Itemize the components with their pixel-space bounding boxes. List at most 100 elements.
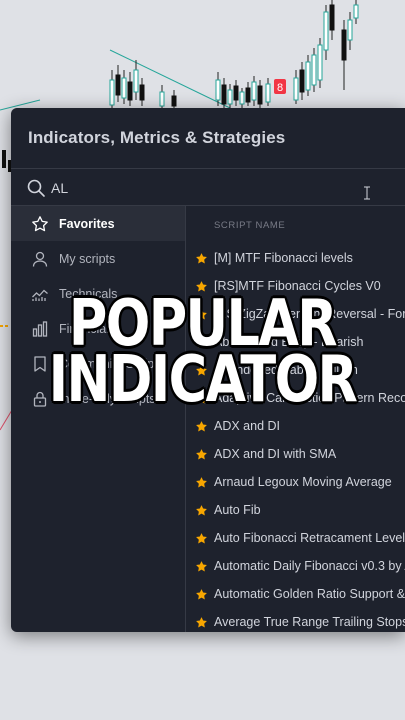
technicals-chart-icon xyxy=(32,289,48,301)
category-sidebar: Favorites My scripts Technicals Financia… xyxy=(11,206,186,632)
candle-body xyxy=(221,84,227,105)
list-item[interactable]: Auto Fibonacci Retracament Levels xyxy=(187,524,405,552)
candle-body xyxy=(323,11,329,51)
search-bar xyxy=(11,168,405,206)
candle-body xyxy=(265,83,271,103)
column-header-script-name[interactable]: SCRIPT NAME xyxy=(187,206,405,244)
list-item[interactable]: Arnaud Legoux Moving Average xyxy=(187,468,405,496)
price-badge: 8 xyxy=(274,79,286,94)
candle-body xyxy=(329,4,335,31)
candle-body xyxy=(121,77,127,99)
favorite-star-icon[interactable] xyxy=(195,588,208,601)
candle-body xyxy=(305,61,311,91)
candle-body xyxy=(2,150,6,168)
candle-body xyxy=(227,89,233,105)
script-name: [RS]ZigZag Percent Reversal - Forecast xyxy=(214,307,405,321)
favorite-star-icon[interactable] xyxy=(195,616,208,629)
script-name: [RS]MTF Fibonacci Cycles V0 xyxy=(214,279,381,293)
favorite-star-icon[interactable] xyxy=(195,392,208,405)
favorite-star-icon[interactable] xyxy=(195,252,208,265)
candle-body xyxy=(347,19,353,41)
candle-body xyxy=(353,4,359,19)
list-item[interactable]: Auto Fib xyxy=(187,496,405,524)
candle-body xyxy=(341,29,347,61)
script-name: Arnaud Legoux Moving Average xyxy=(214,475,392,489)
script-name: ADX and DI xyxy=(214,419,281,433)
sidebar-item-technicals[interactable]: Technicals xyxy=(11,276,185,311)
indicators-dialog: Indicators, Metrics & Strategies Favorit… xyxy=(11,108,405,632)
text-cursor-icon xyxy=(364,186,370,200)
favorite-star-icon[interactable] xyxy=(195,560,208,573)
favorite-star-icon[interactable] xyxy=(195,364,208,377)
star-outline-icon xyxy=(32,215,48,231)
script-name: ADX and DI with SMA xyxy=(214,447,337,461)
list-item[interactable]: Abandoned Baby - Bullish xyxy=(187,356,405,384)
favorite-star-icon[interactable] xyxy=(195,336,208,349)
list-item[interactable]: [M] MTF Fibonacci levels xyxy=(187,244,405,272)
candle-body xyxy=(299,69,305,93)
sidebar-item-favorites[interactable]: Favorites xyxy=(11,206,185,241)
candle-body xyxy=(109,79,115,106)
candle-body xyxy=(251,81,257,101)
bar-chart-icon xyxy=(32,320,48,337)
bookmark-icon xyxy=(34,355,46,372)
script-name: Auto Fib xyxy=(214,503,261,517)
script-name: [M] MTF Fibonacci levels xyxy=(214,251,353,265)
sidebar-item-label: Invite-only scripts xyxy=(59,391,156,406)
list-item[interactable]: Abandoned Baby - Bearish xyxy=(187,328,405,356)
candle-body xyxy=(115,74,121,96)
candle-body xyxy=(293,77,299,101)
user-icon xyxy=(32,251,48,267)
candle-body xyxy=(215,79,221,101)
sidebar-item-label: Technicals xyxy=(59,286,118,301)
favorite-star-icon[interactable] xyxy=(195,504,208,517)
sidebar-item-community-scripts[interactable]: Community Scripts xyxy=(11,346,185,381)
favorite-star-icon[interactable] xyxy=(195,420,208,433)
dialog-title: Indicators, Metrics & Strategies xyxy=(28,128,286,147)
favorite-star-icon[interactable] xyxy=(195,476,208,489)
list-item[interactable]: Adaptive Candlestick Pattern Recognition xyxy=(187,384,405,412)
script-name: Automatic Golden Ratio Support & R xyxy=(214,587,405,601)
sidebar-item-financials[interactable]: Financials xyxy=(11,311,185,346)
favorite-star-icon[interactable] xyxy=(195,532,208,545)
list-item[interactable]: [RS]ZigZag Percent Reversal - Forecast xyxy=(187,300,405,328)
script-name: Automatic Daily Fibonacci v0.3 by A xyxy=(214,559,405,573)
candle-body xyxy=(311,54,317,86)
candle-body xyxy=(133,69,139,93)
sidebar-item-label: Community Scripts xyxy=(59,356,164,371)
list-item[interactable]: [RS]MTF Fibonacci Cycles V0 xyxy=(187,272,405,300)
script-list: SCRIPT NAME [M] MTF Fibonacci levels [RS]… xyxy=(187,206,405,632)
favorite-star-icon[interactable] xyxy=(195,280,208,293)
search-input[interactable] xyxy=(51,176,351,200)
candle-body xyxy=(233,85,239,101)
list-item[interactable]: Average True Range Trailing Stops C xyxy=(187,608,405,632)
sidebar-item-label: Favorites xyxy=(59,216,115,231)
favorite-star-icon[interactable] xyxy=(195,448,208,461)
candle-body xyxy=(257,85,263,105)
list-item[interactable]: ADX and DI xyxy=(187,412,405,440)
price-badge-text: 8 xyxy=(277,82,283,94)
script-name: Average True Range Trailing Stops C xyxy=(214,615,405,629)
favorite-star-icon[interactable] xyxy=(195,308,208,321)
script-name: Adaptive Candlestick Pattern Recognition xyxy=(214,391,405,405)
sidebar-item-label: My scripts xyxy=(59,251,116,266)
list-item[interactable]: Automatic Golden Ratio Support & R xyxy=(187,580,405,608)
candle-body xyxy=(239,91,245,105)
candle-body xyxy=(127,81,133,101)
candle-body xyxy=(171,95,177,107)
candle-body xyxy=(245,87,251,103)
candle-body xyxy=(139,84,145,101)
candle-body xyxy=(159,91,165,107)
script-name: Abandoned Baby - Bearish xyxy=(214,335,364,349)
candle-body xyxy=(317,44,323,81)
script-rows: [M] MTF Fibonacci levels [RS]MTF Fibonacc… xyxy=(187,244,405,632)
list-item[interactable]: Automatic Daily Fibonacci v0.3 by A xyxy=(187,552,405,580)
list-item[interactable]: ADX and DI with SMA xyxy=(187,440,405,468)
sidebar-item-my-scripts[interactable]: My scripts xyxy=(11,241,185,276)
sidebar-item-label: Financials xyxy=(59,321,116,336)
script-name: Auto Fibonacci Retracament Levels xyxy=(214,531,405,545)
search-icon xyxy=(27,179,45,197)
sidebar-item-invite-only-scripts[interactable]: Invite-only scripts xyxy=(11,381,185,416)
script-name: Abandoned Baby - Bullish xyxy=(214,363,358,377)
lock-icon xyxy=(33,391,47,407)
